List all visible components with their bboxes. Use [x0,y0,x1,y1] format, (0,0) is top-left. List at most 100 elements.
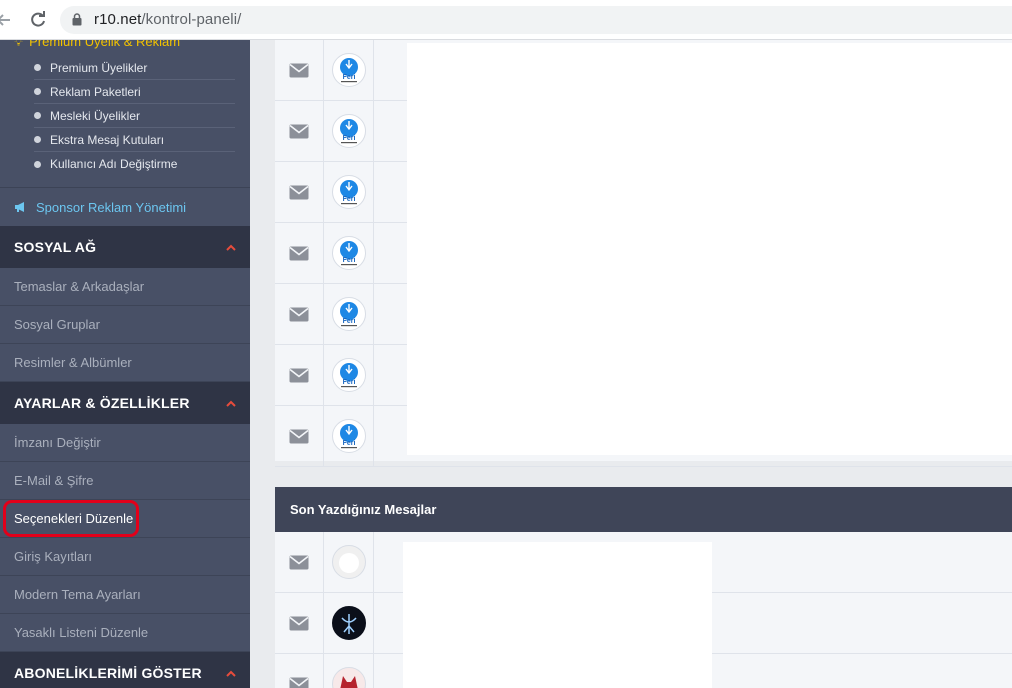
sidebar-item-sosyal-gruplar[interactable]: Sosyal Gruplar [0,306,250,344]
browser-toolbar: r10.net/kontrol-paneli/ [0,0,1012,40]
mail-cell[interactable] [275,345,324,405]
avatar-cell [324,654,374,688]
default-avatar-icon [338,553,359,573]
premium-item-kullanici-adi[interactable]: Kullanıcı Adı Değiştirme [34,152,235,176]
menu-label: Seçenekleri Düzenle [14,511,134,526]
premium-item-ekstra-mesaj[interactable]: Ekstra Mesaj Kutuları [34,128,235,152]
sidebar-item-modern-tema[interactable]: Modern Tema Ayarları [0,576,250,614]
avatar-logo-text: Feri [342,318,355,325]
feri-logo-icon: Feri [339,58,358,83]
sponsor-ad-link[interactable]: Sponsor Reklam Yönetimi [0,188,250,226]
avatar[interactable] [331,606,366,640]
avatar-logo-text: Feri [342,74,355,81]
sidebar-item-imzani-degistir[interactable]: İmzanı Değiştir [0,424,250,462]
sidebar-item-resimler[interactable]: Resimler & Albümler [0,344,250,382]
feri-logo-icon: Feri [339,119,358,144]
envelope-icon [289,185,309,199]
avatar[interactable]: Feri [331,297,366,331]
url-host: r10.net [94,11,142,28]
avatar[interactable]: Feri [331,114,366,148]
mail-cell[interactable] [275,406,324,466]
avatar-logo-text: Feri [342,196,355,203]
avatar-cell: Feri [324,162,374,222]
premium-item-label: Premium Üyelikler [50,60,148,75]
url-text: r10.net/kontrol-paneli/ [94,11,241,28]
feri-logo-icon: Feri [339,302,358,327]
premium-item-reklam-paketleri[interactable]: Reklam Paketleri [34,80,235,104]
mail-cell[interactable] [275,593,324,653]
avatar-logo-text: Feri [342,379,355,386]
sidebar-item-temaslar[interactable]: Temaslar & Arkadaşlar [0,268,250,306]
recent-messages-panel [275,532,1012,688]
feri-logo-icon: Feri [339,363,358,388]
sidebar-item-email-sifre[interactable]: E-Mail & Şifre [0,462,250,500]
mail-cell[interactable] [275,223,324,283]
chevron-up-icon [226,244,236,251]
avatar[interactable] [331,545,366,579]
menu-label: Temaslar & Arkadaşlar [14,279,145,294]
mail-cell[interactable] [275,532,324,592]
menu-label: E-Mail & Şifre [14,473,94,488]
premium-item-label: Ekstra Mesaj Kutuları [50,132,165,147]
menu-label: Resimler & Albümler [14,355,132,370]
avatar-logo-text: Feri [342,135,355,142]
avatar[interactable]: Feri [331,53,366,87]
avatar-logo-text: Feri [342,440,355,447]
menu-label: İmzanı Değiştir [14,435,101,450]
sponsor-label: Sponsor Reklam Yönetimi [36,199,187,215]
menu-label: Sosyal Gruplar [14,317,100,332]
bullet-icon [34,136,41,143]
menu-label: Giriş Kayıtları [14,549,93,564]
avatar[interactable]: Feri [331,175,366,209]
url-path: /kontrol-paneli/ [141,11,242,28]
premium-list: Premium Üyelikler Reklam Paketleri Mesle… [34,56,235,176]
avatar-cell: Feri [324,223,374,283]
bullet-icon [34,112,41,119]
lock-icon[interactable] [72,13,82,26]
messages-panel-header: Son Yazdığınız Mesajlar [275,487,1012,532]
section-title: SOSYAL AĞ [14,239,97,255]
avatar[interactable]: Feri [331,419,366,453]
mail-cell[interactable] [275,101,324,161]
mail-cell[interactable] [275,654,324,688]
menu-label: Modern Tema Ayarları [14,587,141,602]
mail-cell[interactable] [275,40,324,100]
section-header-sosyal-ag[interactable]: SOSYAL AĞ [0,226,250,268]
envelope-icon [289,677,309,688]
section-title: ABONELİKLERİMİ GÖSTER [14,665,202,681]
dark-figure-avatar-icon [340,614,357,634]
avatar[interactable] [331,667,366,688]
wolf-avatar-icon [339,676,358,688]
avatar[interactable]: Feri [331,236,366,270]
avatar-cell: Feri [324,406,374,466]
sidebar-item-yasakli-liste[interactable]: Yasaklı Listeni Düzenle [0,614,250,652]
envelope-icon [289,555,309,569]
feri-logo-icon: Feri [339,180,358,205]
message-list-panel: Feri Feri Feri Feri Feri Feri Feri [275,40,1012,467]
mail-cell[interactable] [275,284,324,344]
envelope-icon [289,124,309,138]
back-arrow-icon[interactable] [0,10,14,30]
bullet-icon [34,160,41,168]
avatar[interactable]: Feri [331,358,366,392]
premium-title-label: Premium Üyelik & Reklam [29,40,181,49]
mail-cell[interactable] [275,162,324,222]
avatar-logo-text: Feri [342,257,355,264]
envelope-icon [289,246,309,260]
envelope-icon [289,429,309,443]
avatar-cell: Feri [324,101,374,161]
premium-item-label: Mesleki Üyelikler [50,108,141,123]
lightbulb-icon: 💡︎ [14,40,24,49]
sidebar-item-secenekleri-duzenle[interactable]: Seçenekleri Düzenle [0,500,250,538]
section-header-ayarlar[interactable]: AYARLAR & ÖZELLİKLER [0,382,250,424]
premium-item-premium-uyelikler[interactable]: Premium Üyelikler [34,56,235,80]
avatar-cell: Feri [324,284,374,344]
sidebar-item-giris-kayitlari[interactable]: Giriş Kayıtları [0,538,250,576]
section-header-aboneliklerimi-goster[interactable]: ABONELİKLERİMİ GÖSTER [0,652,250,688]
menu-label: Yasaklı Listeni Düzenle [14,625,149,640]
avatar-cell [324,593,374,653]
reload-icon[interactable] [28,10,48,30]
premium-title[interactable]: 💡︎ Premium Üyelik & Reklam [14,40,180,50]
sidebar: 💡︎ Premium Üyelik & Reklam Premium Üyelik… [0,40,250,688]
premium-item-mesleki-uyelikler[interactable]: Mesleki Üyelikler [34,104,235,128]
